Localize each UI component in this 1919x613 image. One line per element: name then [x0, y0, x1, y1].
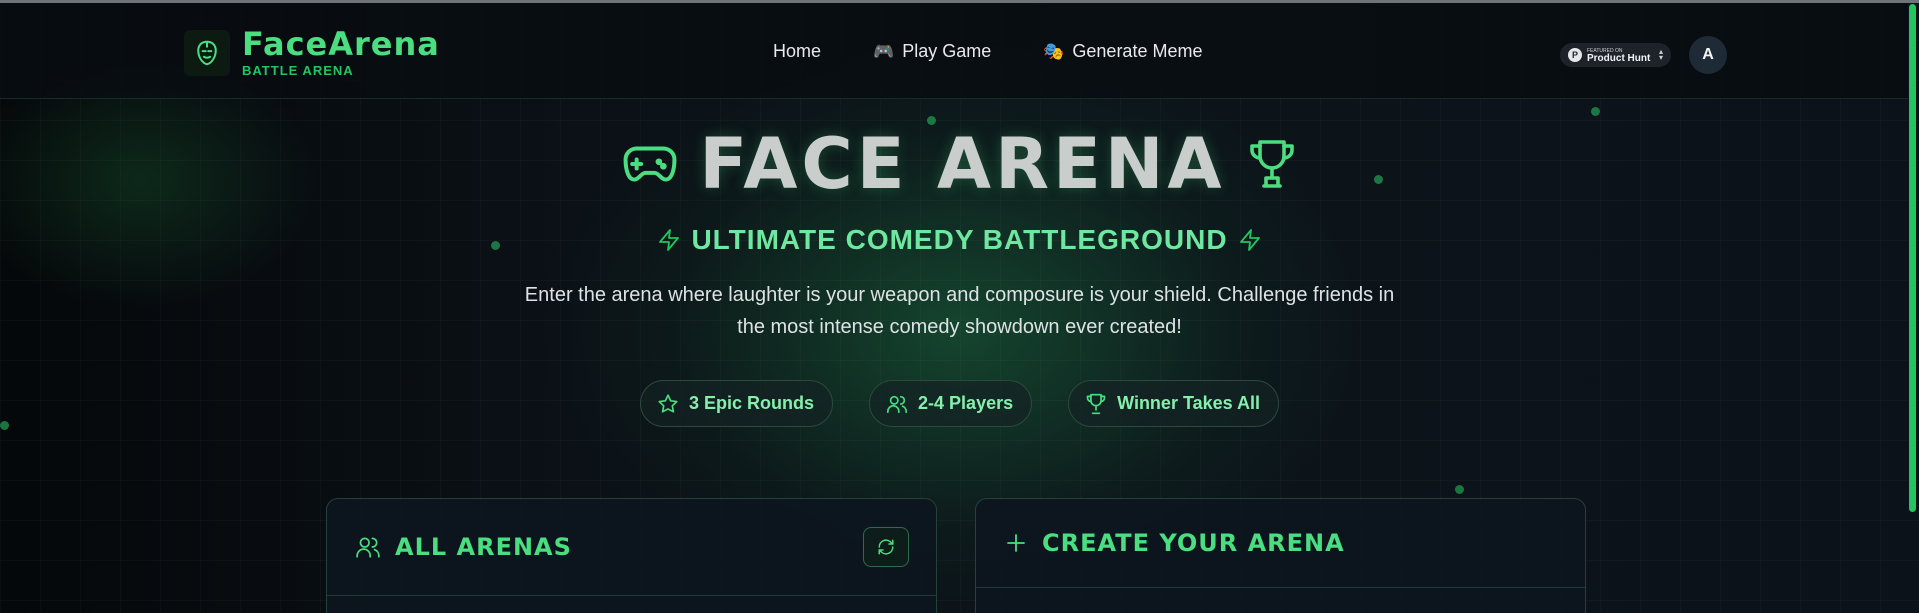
users-icon	[887, 395, 908, 413]
gamepad-icon	[623, 146, 677, 182]
lightning-icon	[1239, 229, 1260, 251]
hero-subtitle: ULTIMATE COMEDY BATTLEGROUND	[691, 224, 1228, 255]
refresh-icon	[878, 539, 894, 555]
hero-title-row: FACE ARENA	[0, 126, 1919, 202]
create-arena-title: CREATE YOUR ARENA	[1042, 529, 1345, 557]
main-nav: Home 🎮 Play Game 🎭 Generate Meme	[773, 41, 1254, 62]
hero-subtitle-row: ULTIMATE COMEDY BATTLEGROUND	[0, 224, 1919, 256]
create-arena-header: CREATE YOUR ARENA	[1004, 529, 1345, 557]
hero-title: FACE ARENA	[699, 123, 1226, 205]
page-scrollbar[interactable]	[1909, 4, 1916, 512]
trophy-icon	[1086, 393, 1106, 414]
all-arenas-title: ALL ARENAS	[395, 533, 572, 561]
game-controller-icon: 🎮	[873, 41, 895, 61]
brand-title: FaceArena	[242, 25, 440, 63]
nav-play-game-label: Play Game	[902, 41, 992, 61]
brand[interactable]: FaceArena BATTLE ARENA	[184, 27, 440, 78]
feature-pill-winner: Winner Takes All	[1068, 380, 1279, 427]
theater-masks-icon: 🎭	[1043, 41, 1065, 61]
refresh-arenas-button[interactable]	[863, 527, 909, 567]
feature-pills: 3 Epic Rounds 2-4 Players Winner Takes A…	[0, 380, 1919, 427]
page: FaceArena BATTLE ARENA Home 🎮 Play Game …	[0, 0, 1919, 613]
panel-divider	[327, 595, 936, 596]
product-hunt-label: Product Hunt	[1587, 53, 1651, 64]
feature-pill-winner-label: Winner Takes All	[1117, 393, 1260, 413]
decor-dot	[1591, 107, 1600, 116]
users-icon	[356, 537, 380, 558]
user-avatar[interactable]: A	[1689, 36, 1727, 74]
decor-dot	[1455, 485, 1464, 494]
plus-icon	[1007, 534, 1025, 552]
feature-pill-rounds: 3 Epic Rounds	[640, 380, 834, 427]
hero-description: Enter the arena where laughter is your w…	[524, 284, 1395, 338]
mask-face-icon	[184, 29, 230, 76]
product-hunt-badge[interactable]: P FEATURED ON Product Hunt ▴ ▾	[1560, 43, 1671, 67]
top-navbar: FaceArena BATTLE ARENA Home 🎮 Play Game …	[0, 3, 1908, 99]
nav-generate-meme-link[interactable]: 🎭 Generate Meme	[1043, 41, 1202, 62]
create-arena-panel: CREATE YOUR ARENA	[975, 498, 1586, 613]
panel-divider	[976, 587, 1585, 588]
feature-pill-rounds-label: 3 Epic Rounds	[689, 393, 815, 413]
lightning-icon	[659, 229, 680, 251]
product-hunt-icon: P	[1568, 48, 1582, 62]
trophy-icon	[1249, 140, 1294, 188]
all-arenas-header: ALL ARENAS	[355, 533, 572, 561]
nav-play-game-link[interactable]: 🎮 Play Game	[873, 41, 991, 62]
star-icon	[658, 393, 678, 413]
nav-generate-meme-label: Generate Meme	[1072, 41, 1203, 61]
upvote-arrows-icon: ▴ ▾	[1658, 47, 1663, 62]
feature-pill-players-label: 2-4 Players	[918, 393, 1014, 413]
brand-subtitle: BATTLE ARENA	[242, 63, 354, 78]
nav-home-label: Home	[773, 41, 822, 61]
feature-pill-players: 2-4 Players	[869, 380, 1033, 427]
all-arenas-panel: ALL ARENAS	[326, 498, 937, 613]
nav-home-link[interactable]: Home	[773, 41, 821, 62]
